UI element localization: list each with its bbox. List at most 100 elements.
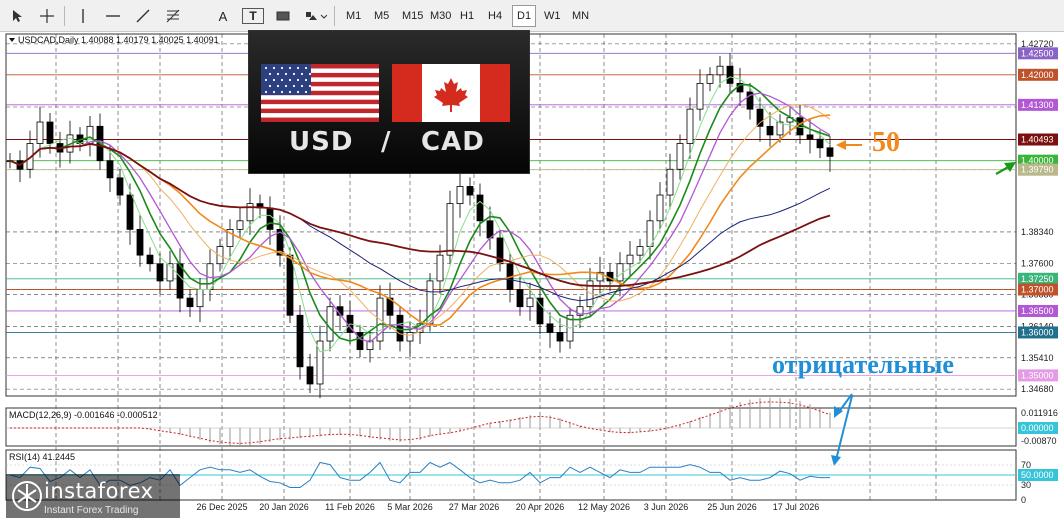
price-level-tag-label: 1.36000 bbox=[1021, 327, 1054, 337]
date-label: 20 Apr 2026 bbox=[516, 502, 565, 512]
brand-tagline: Instant Forex Trading bbox=[44, 505, 139, 516]
currency-pair-banner: USD / CAD bbox=[248, 30, 530, 174]
chart-toolbar: A T M1 M5 M15 M30 H1 H4 D1 W1 MN bbox=[0, 0, 1064, 32]
candle-body bbox=[296, 314, 304, 368]
candle-body bbox=[546, 323, 554, 333]
macd-label: MACD(12,26,9) -0.001646 -0.000512 bbox=[9, 410, 158, 420]
price-level-tag-label: 1.42000 bbox=[1021, 70, 1054, 80]
candle-body bbox=[216, 246, 224, 265]
rsi-tick-label: 0 bbox=[1021, 495, 1026, 505]
shapes-menu-icon[interactable] bbox=[302, 5, 328, 27]
candle-body bbox=[516, 289, 524, 308]
price-tick-label: 1.37600 bbox=[1021, 259, 1054, 269]
candle-body bbox=[726, 65, 734, 84]
candle-body bbox=[466, 186, 474, 196]
rsi-50-tag-label: 50.0000 bbox=[1021, 470, 1054, 480]
date-label: 17 Jul 2026 bbox=[773, 502, 820, 512]
candle-body bbox=[766, 125, 774, 136]
candle-body bbox=[156, 263, 164, 282]
toolbar-divider bbox=[334, 6, 335, 26]
candle-body bbox=[626, 254, 634, 265]
us-flag-icon bbox=[261, 64, 379, 122]
candle-body bbox=[116, 177, 124, 196]
candle-body bbox=[266, 207, 274, 230]
crosshair-icon[interactable] bbox=[36, 5, 58, 27]
candle-body bbox=[666, 168, 674, 196]
ma-period-annotation: 50 bbox=[872, 127, 900, 158]
candle-body bbox=[676, 143, 684, 170]
candle-body bbox=[816, 138, 824, 149]
candle-body bbox=[246, 203, 254, 222]
date-label: 5 Mar 2026 bbox=[387, 502, 433, 512]
candle-body bbox=[306, 366, 314, 385]
price-tick-label: 1.34680 bbox=[1021, 384, 1054, 394]
date-label: 11 Feb 2026 bbox=[325, 502, 375, 512]
candle-body bbox=[756, 108, 764, 127]
candle-body bbox=[406, 332, 414, 342]
timeframe-m30[interactable]: M30 bbox=[426, 5, 455, 27]
date-label: 20 Jan 2026 bbox=[259, 502, 309, 512]
fibonacci-icon[interactable] bbox=[162, 5, 184, 27]
price-level-tag-label: 1.41300 bbox=[1021, 100, 1054, 110]
price-level-tag-label: 1.40493 bbox=[1021, 135, 1054, 145]
price-level-tag-label: 1.35000 bbox=[1021, 370, 1054, 380]
rectangle-icon[interactable] bbox=[272, 5, 294, 27]
trend-line-icon[interactable] bbox=[132, 5, 154, 27]
price-tick-label: 1.38340 bbox=[1021, 227, 1054, 237]
candle-body bbox=[46, 121, 54, 144]
timeframe-h1[interactable]: H1 bbox=[456, 5, 478, 27]
quote-currency-label: CAD bbox=[421, 127, 485, 157]
candle-body bbox=[636, 246, 644, 256]
candle-body bbox=[556, 332, 564, 342]
price-tick-label: 1.35410 bbox=[1021, 353, 1054, 363]
price-level-tag-label: 1.37000 bbox=[1021, 285, 1054, 295]
rsi-tick-label: 70 bbox=[1021, 460, 1031, 470]
candle-body bbox=[706, 74, 714, 84]
candle-body bbox=[716, 65, 724, 76]
toolbar-divider bbox=[64, 6, 65, 26]
candle-body bbox=[826, 147, 834, 157]
date-label: 27 Mar 2026 bbox=[449, 502, 500, 512]
price-level-tag-label: 1.42500 bbox=[1021, 48, 1054, 58]
macd-zero-tag-label: 0.00000 bbox=[1021, 423, 1054, 433]
text-icon[interactable]: A bbox=[212, 5, 234, 27]
pair-separator: / bbox=[381, 127, 392, 157]
candle-body bbox=[456, 186, 464, 205]
candle-body bbox=[656, 194, 664, 222]
candle-body bbox=[286, 254, 294, 316]
chart-canvas: 26 Dec 2025 20 Jan 2026 11 Feb 2026 5 Mar 2… bbox=[5, 33, 1058, 512]
timeframe-m5[interactable]: M5 bbox=[370, 5, 393, 27]
timeframe-m1[interactable]: M1 bbox=[342, 5, 365, 27]
timeframe-d1[interactable]: D1 bbox=[512, 5, 537, 27]
vertical-line-icon[interactable] bbox=[72, 5, 94, 27]
date-label: 3 Jun 2026 bbox=[644, 502, 689, 512]
candle-body bbox=[616, 263, 624, 282]
candle-body bbox=[136, 228, 144, 256]
text-label-icon[interactable]: T bbox=[242, 8, 264, 24]
price-level-tag-label: 1.39790 bbox=[1021, 165, 1054, 175]
cursor-arrow-icon[interactable] bbox=[6, 5, 28, 27]
candle-body bbox=[86, 125, 94, 144]
date-label: 12 May 2026 bbox=[578, 502, 630, 512]
candle-body bbox=[446, 203, 454, 256]
candle-body bbox=[196, 289, 204, 308]
timeframe-mn[interactable]: MN bbox=[568, 5, 593, 27]
timeframe-h4[interactable]: H4 bbox=[484, 5, 506, 27]
price-chart[interactable]: 26 Dec 2025 20 Jan 2026 11 Feb 2026 5 Mar 2… bbox=[0, 32, 1064, 520]
date-label: 26 Dec 2025 bbox=[196, 502, 247, 512]
candle-body bbox=[526, 297, 534, 308]
macd-tick-label: 0.011916 bbox=[1021, 408, 1058, 418]
symbol-header: USDCAD,Daily 1.40088 1.40179 1.40025 1.4… bbox=[18, 35, 219, 45]
candle-body bbox=[126, 194, 134, 230]
candle-body bbox=[486, 220, 494, 239]
horizontal-line-icon[interactable] bbox=[102, 5, 124, 27]
price-level-tag-label: 1.36500 bbox=[1021, 306, 1054, 316]
candle-body bbox=[236, 220, 244, 230]
timeframe-m15[interactable]: M15 bbox=[398, 5, 427, 27]
candle-body bbox=[186, 297, 194, 308]
rsi-tick-label: 30 bbox=[1021, 480, 1031, 490]
candle-body bbox=[36, 121, 44, 144]
brand-watermark: instaforex Instant Forex Trading bbox=[6, 474, 180, 518]
candle-body bbox=[106, 160, 114, 179]
timeframe-w1[interactable]: W1 bbox=[540, 5, 565, 27]
